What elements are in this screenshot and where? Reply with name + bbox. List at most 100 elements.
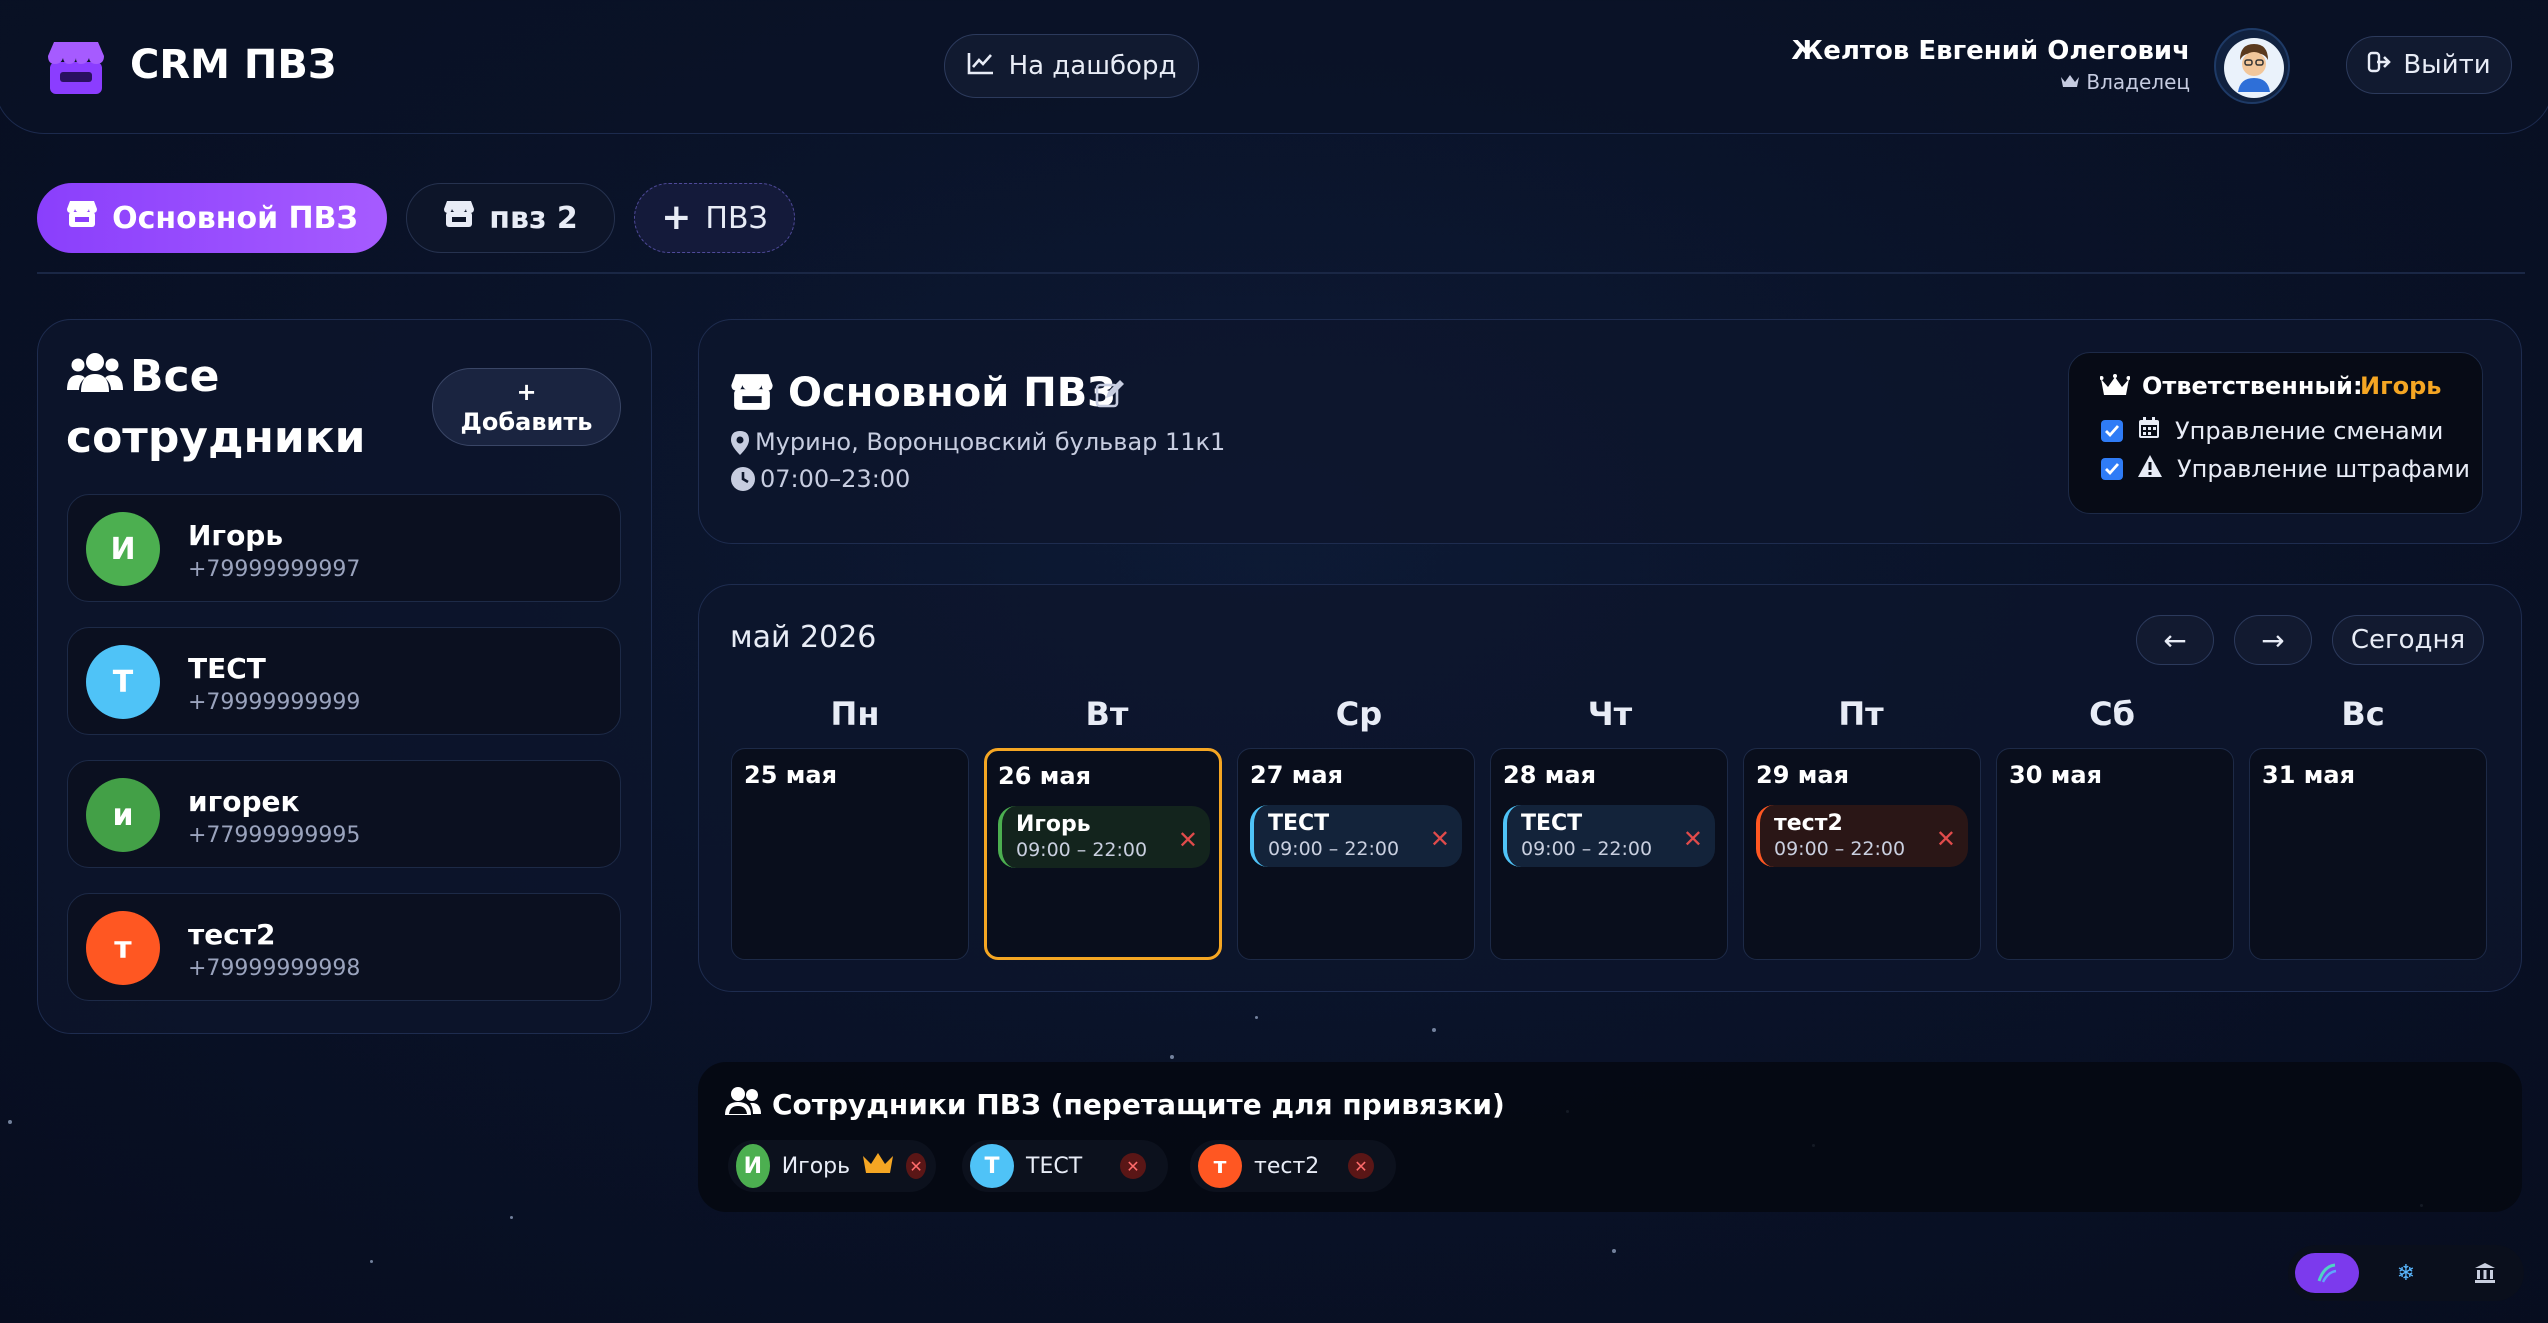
dashboard-button[interactable]: На дашборд [944, 34, 1199, 98]
dashboard-label: На дашборд [1008, 51, 1177, 81]
permission-fines[interactable]: Управление штрафами [2101, 455, 2470, 483]
staff-chip[interactable]: т тест2 ✕ [1190, 1140, 1396, 1192]
store-icon [66, 200, 98, 236]
warning-icon [2137, 454, 2163, 484]
employee-card[interactable]: И Игорь +79999999997 [67, 494, 621, 602]
checkbox-checked[interactable] [2101, 458, 2123, 480]
tab-label: ПВЗ [705, 200, 768, 236]
remove-shift-icon[interactable]: ✕ [1178, 826, 1198, 854]
remove-staff-icon[interactable]: ✕ [1348, 1153, 1374, 1179]
day-label: 31 мая [2262, 761, 2355, 789]
employee-phone: +79999999998 [188, 956, 361, 981]
employee-avatar: т [86, 911, 160, 985]
calendar-month: май 2026 [730, 620, 877, 655]
day-cell[interactable]: 27 мая ТЕСТ 09:00 – 22:00 ✕ [1237, 748, 1475, 960]
clock-icon [730, 466, 756, 496]
day-cell[interactable]: 25 мая [731, 748, 969, 960]
shift-block[interactable]: Игорь 09:00 – 22:00 ✕ [998, 806, 1210, 868]
staff-chip[interactable]: Т ТЕСТ ✕ [962, 1140, 1168, 1192]
shift-block[interactable]: тест2 09:00 – 22:00 ✕ [1756, 805, 1968, 867]
plus-icon: + [661, 197, 692, 238]
crown-icon [2060, 70, 2080, 94]
logout-button[interactable]: Выйти [2346, 36, 2512, 94]
shift-block[interactable]: ТЕСТ 09:00 – 22:00 ✕ [1503, 805, 1715, 867]
employee-avatar: и [86, 778, 160, 852]
pvz-staff-title-label: Сотрудники ПВЗ (перетащите для привязки) [772, 1088, 1505, 1121]
next-week-button[interactable]: → [2234, 615, 2312, 665]
day-label: 30 мая [2009, 761, 2102, 789]
pvz-name: Основной ПВЗ [788, 370, 1116, 416]
responsible-name: Игорь [2360, 372, 2442, 400]
prev-week-button[interactable]: ← [2136, 615, 2214, 665]
add-employee-button[interactable]: + Добавить [432, 368, 621, 446]
staff-chip[interactable]: И Игорь ✕ [728, 1140, 936, 1192]
tabs-divider [37, 272, 2525, 274]
weekday-header: Пн [830, 695, 880, 733]
employee-avatar: И [86, 512, 160, 586]
day-label: 27 мая [1250, 761, 1343, 789]
add-employee-plus: + [516, 378, 537, 406]
top-header [0, 0, 2548, 134]
shift-block[interactable]: ТЕСТ 09:00 – 22:00 ✕ [1250, 805, 1462, 867]
remove-staff-icon[interactable]: ✕ [1120, 1153, 1146, 1179]
pvz-address: Мурино, Воронцовский бульвар 11к1 [755, 428, 1226, 456]
bank-icon[interactable] [2453, 1253, 2517, 1293]
weekday-header: Ср [1335, 695, 1383, 733]
day-cell[interactable]: 30 мая [1996, 748, 2234, 960]
day-label: 25 мая [744, 761, 837, 789]
pvz-hours: 07:00–23:00 [760, 465, 911, 493]
tab-pvz-2[interactable]: пвз 2 [406, 183, 615, 253]
tab-main-pvz[interactable]: Основной ПВЗ [37, 183, 387, 253]
staff-avatar: Т [970, 1144, 1014, 1188]
day-label: 26 мая [998, 762, 1091, 790]
aurora-icon[interactable] [2295, 1253, 2360, 1293]
day-cell-today[interactable]: 26 мая Игорь 09:00 – 22:00 ✕ [984, 748, 1222, 960]
staff-avatar: И [736, 1144, 770, 1188]
edit-icon[interactable] [1094, 378, 1126, 414]
employee-card[interactable]: т тест2 +79999999998 [67, 893, 621, 1001]
employee-name: игорек [188, 785, 300, 818]
checkbox-checked[interactable] [2101, 420, 2123, 442]
today-button[interactable]: Сегодня [2332, 615, 2484, 665]
logout-label: Выйти [2403, 50, 2491, 80]
remove-shift-icon[interactable]: ✕ [1430, 825, 1450, 853]
pvz-staff-panel [698, 1062, 2522, 1212]
tab-label: Основной ПВЗ [112, 200, 358, 236]
remove-shift-icon[interactable]: ✕ [1936, 825, 1956, 853]
permission-shifts[interactable]: Управление сменами [2101, 417, 2443, 445]
staff-name: тест2 [1254, 1153, 1320, 1179]
star-decoration [370, 1260, 373, 1263]
employees-title-line1: Все [130, 351, 220, 402]
pvz-staff-title: Сотрудники ПВЗ (перетащите для привязки) [724, 1086, 1505, 1123]
store-icon [730, 372, 774, 416]
logout-icon [2367, 50, 2393, 81]
employee-name: ТЕСТ [188, 652, 266, 685]
employee-name: Игорь [188, 519, 284, 552]
user-avatar[interactable] [2214, 28, 2290, 104]
employee-card[interactable]: Т ТЕСТ +79999999999 [67, 627, 621, 735]
location-pin-icon [730, 430, 750, 460]
calendar-icon [2137, 416, 2161, 446]
star-decoration [1432, 1028, 1436, 1032]
staff-avatar: т [1198, 1144, 1242, 1188]
employee-card[interactable]: и игорек +77999999995 [67, 760, 621, 868]
employees-title-line2: сотрудники [66, 411, 366, 463]
day-cell[interactable]: 29 мая тест2 09:00 – 22:00 ✕ [1743, 748, 1981, 960]
remove-shift-icon[interactable]: ✕ [1683, 825, 1703, 853]
user-role-label: Владелец [2086, 70, 2190, 94]
snowflake-icon[interactable]: ❄ [2374, 1253, 2438, 1293]
tab-label: пвз 2 [489, 200, 578, 236]
permission-label: Управление сменами [2175, 417, 2444, 445]
weekday-header: Пт [1838, 695, 1884, 733]
add-employee-label: Добавить [460, 408, 593, 436]
day-cell[interactable]: 28 мая ТЕСТ 09:00 – 22:00 ✕ [1490, 748, 1728, 960]
employee-phone: +77999999995 [188, 823, 361, 848]
remove-staff-icon[interactable]: ✕ [906, 1153, 926, 1179]
add-pvz-tab[interactable]: + ПВЗ [634, 183, 795, 253]
crown-icon [2099, 374, 2131, 402]
day-label: 28 мая [1503, 761, 1596, 789]
theme-switcher: ❄ [2288, 1245, 2524, 1301]
star-decoration [1612, 1249, 1616, 1253]
star-decoration [510, 1216, 513, 1219]
day-cell[interactable]: 31 мая [2249, 748, 2487, 960]
